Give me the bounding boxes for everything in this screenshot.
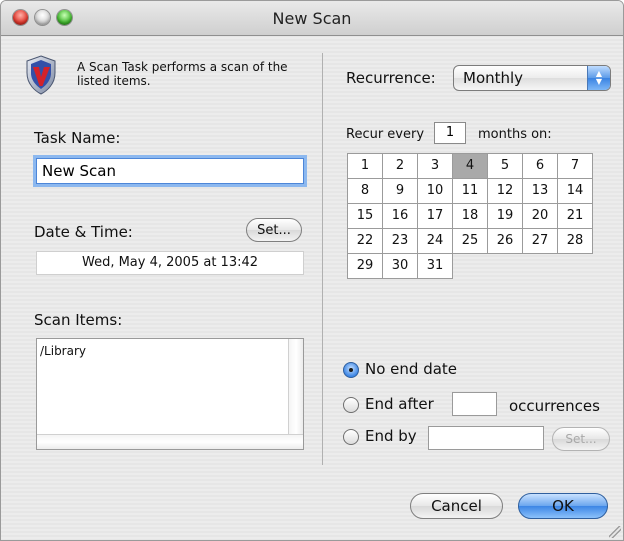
task-name-label: Task Name:	[34, 129, 121, 147]
day-cell-21[interactable]: 21	[557, 203, 593, 229]
end-after-radio[interactable]	[343, 397, 359, 413]
day-cell-25[interactable]: 25	[452, 228, 488, 254]
window-title: New Scan	[272, 9, 352, 28]
day-cell-30[interactable]: 30	[382, 253, 418, 279]
new-scan-window: New Scan A Scan Task performs a scan of …	[0, 0, 624, 541]
day-cell-1[interactable]: 1	[347, 153, 383, 179]
day-cell-12[interactable]: 12	[487, 178, 523, 204]
intro-text: A Scan Task performs a scan of the liste…	[77, 60, 288, 88]
day-cell-7[interactable]: 7	[557, 153, 593, 179]
day-cell-9[interactable]: 9	[382, 178, 418, 204]
day-cell-2[interactable]: 2	[382, 153, 418, 179]
recurrence-label: Recurrence:	[346, 69, 436, 87]
recur-interval-input[interactable]: 1	[434, 122, 466, 144]
recurrence-selected-value: Monthly	[463, 69, 524, 87]
day-cell-19[interactable]: 19	[487, 203, 523, 229]
end-after-occurrences-input[interactable]	[452, 392, 497, 416]
task-name-input[interactable]	[36, 158, 304, 184]
day-cell-15[interactable]: 15	[347, 203, 383, 229]
day-cell-24[interactable]: 24	[417, 228, 453, 254]
end-by-set-button[interactable]: Set...	[552, 427, 610, 451]
day-cell-5[interactable]: 5	[487, 153, 523, 179]
scan-items-list[interactable]: /Library	[36, 338, 304, 450]
virus-shield-icon	[26, 55, 56, 95]
resize-grip[interactable]	[609, 526, 621, 538]
day-cell-20[interactable]: 20	[522, 203, 558, 229]
end-by-label: End by	[365, 427, 417, 445]
recurrence-select[interactable]: Monthly ▲ ▼	[453, 65, 611, 91]
day-cell-18[interactable]: 18	[452, 203, 488, 229]
no-end-date-label: No end date	[365, 360, 458, 378]
date-time-value: Wed, May 4, 2005 at 13:42	[36, 251, 304, 275]
set-date-button[interactable]: Set...	[246, 218, 302, 242]
title-bar[interactable]: New Scan	[1, 1, 623, 36]
no-end-date-radio[interactable]	[343, 362, 359, 378]
vertical-scrollbar[interactable]	[288, 339, 303, 435]
day-cell-8[interactable]: 8	[347, 178, 383, 204]
months-on-label: months on:	[478, 127, 552, 142]
day-cell-16[interactable]: 16	[382, 203, 418, 229]
day-cell-10[interactable]: 10	[417, 178, 453, 204]
cancel-button[interactable]: Cancel	[410, 493, 503, 519]
day-cell-11[interactable]: 11	[452, 178, 488, 204]
day-cell-22[interactable]: 22	[347, 228, 383, 254]
updown-arrows-icon: ▲ ▼	[587, 66, 610, 90]
end-by-date-input[interactable]	[428, 426, 544, 450]
ok-button[interactable]: OK	[518, 493, 608, 519]
vertical-divider	[322, 53, 323, 465]
day-cell-29[interactable]: 29	[347, 253, 383, 279]
day-cell-17[interactable]: 17	[417, 203, 453, 229]
day-cell-6[interactable]: 6	[522, 153, 558, 179]
day-cell-23[interactable]: 23	[382, 228, 418, 254]
occurrences-label: occurrences	[509, 397, 600, 415]
day-cell-14[interactable]: 14	[557, 178, 593, 204]
day-cell-27[interactable]: 27	[522, 228, 558, 254]
day-cell-31[interactable]: 31	[417, 253, 453, 279]
scan-items-label: Scan Items:	[34, 311, 123, 329]
recur-every-label: Recur every	[346, 127, 425, 142]
day-cell-3[interactable]: 3	[417, 153, 453, 179]
end-by-radio[interactable]	[343, 429, 359, 445]
day-cell-4[interactable]: 4	[452, 153, 488, 179]
day-cell-26[interactable]: 26	[487, 228, 523, 254]
day-cell-13[interactable]: 13	[522, 178, 558, 204]
date-time-label: Date & Time:	[34, 223, 133, 241]
day-cell-28[interactable]: 28	[557, 228, 593, 254]
horizontal-scrollbar[interactable]	[37, 434, 303, 449]
list-item[interactable]: /Library	[40, 344, 86, 358]
end-after-label: End after	[365, 395, 434, 413]
